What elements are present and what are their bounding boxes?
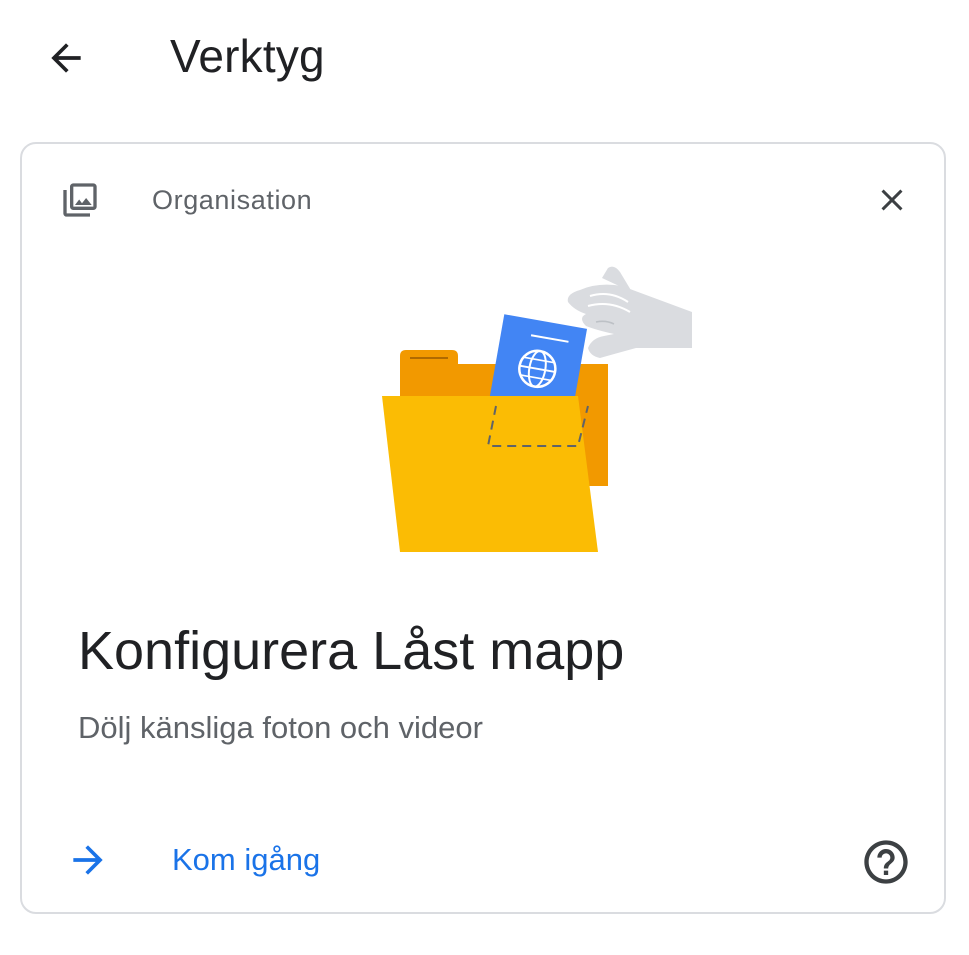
help-button[interactable]: [858, 834, 914, 890]
photo-library-icon: [63, 183, 97, 217]
card-category-label: Organisation: [152, 185, 313, 215]
locked-folder-card: Organisation Konfigurera Låst mapp Dölj …: [20, 142, 946, 914]
page: Verktyg Organisation Konfigurera Låst ma…: [0, 0, 969, 955]
locked-folder-illustration: [382, 266, 692, 552]
get-started-arrow-button[interactable]: [62, 834, 114, 886]
help-icon: [864, 840, 908, 884]
close-icon: [881, 189, 903, 211]
card-subtitle: Dölj känsliga foton och videor: [78, 710, 483, 745]
arrow-back-icon: [51, 43, 81, 73]
dismiss-card-button[interactable]: [868, 176, 916, 224]
folder-front: [382, 396, 598, 552]
top-app-bar: Verktyg: [0, 0, 969, 116]
card-category-icon-wrapper: [58, 178, 102, 222]
hand: [567, 266, 692, 358]
page-title: Verktyg: [170, 30, 325, 82]
arrow-forward-icon: [73, 845, 103, 875]
get-started-button[interactable]: Kom igång: [172, 840, 320, 880]
back-button[interactable]: [36, 28, 96, 88]
card-title: Konfigurera Låst mapp: [78, 621, 625, 681]
